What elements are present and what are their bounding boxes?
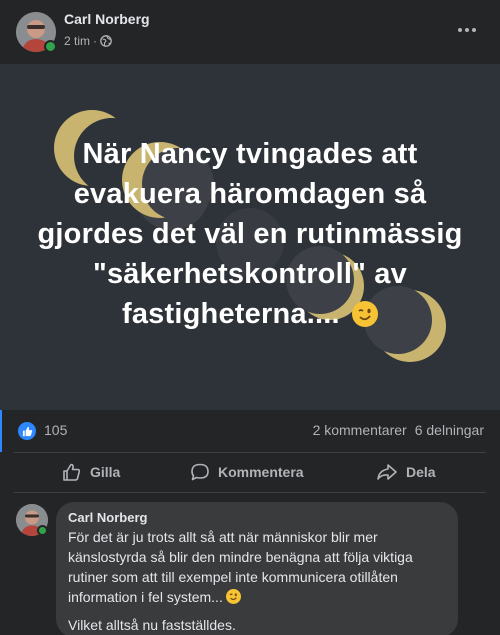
post-image-text: När Nancy tvingades att evakuera häromda…: [20, 134, 480, 334]
share-button[interactable]: Dela: [376, 452, 436, 492]
comment-button[interactable]: Kommentera: [190, 452, 304, 492]
post-meta: 2 tim ·: [64, 34, 112, 48]
share-count[interactable]: 6 delningar: [415, 422, 484, 438]
comment-bubble: Carl Norberg För det är ju trots allt så…: [56, 502, 458, 635]
like-count[interactable]: 105: [44, 422, 67, 438]
post-image[interactable]: När Nancy tvingades att evakuera häromda…: [0, 64, 500, 410]
share-button-label: Dela: [406, 464, 436, 480]
share-arrow-icon: [377, 464, 397, 480]
post-actions: Gilla Kommentera Dela: [0, 452, 500, 492]
post-stats: 105 2 kommentarer 6 delningar: [0, 410, 500, 452]
thumbs-up-icon: [63, 463, 81, 481]
winking-face-icon: [352, 301, 378, 327]
comment-text-second: Vilket alltså nu fastställdes.: [68, 617, 236, 633]
post-author-name[interactable]: Carl Norberg: [64, 11, 150, 27]
online-status-dot: [37, 525, 48, 536]
meta-separator: ·: [93, 34, 98, 48]
comment-section: Carl Norberg För det är ju trots allt så…: [0, 492, 500, 635]
winking-face-icon: [225, 589, 241, 604]
like-icon[interactable]: [18, 422, 36, 440]
online-status-dot: [44, 40, 57, 53]
globe-icon[interactable]: [100, 35, 112, 47]
post-header: Carl Norberg 2 tim ·: [0, 0, 500, 64]
stats-right: 2 kommentarer 6 delningar: [313, 422, 484, 438]
comment-text: För det är ju trots allt så att när männ…: [68, 527, 446, 607]
more-dot: [472, 28, 476, 32]
comment-bubble-icon: [191, 463, 209, 481]
like-button[interactable]: Gilla: [62, 452, 120, 492]
more-dot: [458, 28, 462, 32]
comment-button-label: Kommentera: [218, 464, 304, 480]
post-image-caption: När Nancy tvingades att evakuera häromda…: [37, 138, 463, 330]
post-card: Carl Norberg 2 tim · När Nancy tvingades…: [0, 0, 500, 635]
post-time[interactable]: 2 tim: [64, 34, 90, 48]
more-options-button[interactable]: [452, 20, 482, 40]
like-button-label: Gilla: [90, 464, 121, 480]
comment-count[interactable]: 2 kommentarer: [313, 422, 407, 438]
left-accent-bar: [0, 410, 2, 452]
more-dot: [465, 28, 469, 32]
comment-author[interactable]: Carl Norberg: [68, 510, 446, 525]
